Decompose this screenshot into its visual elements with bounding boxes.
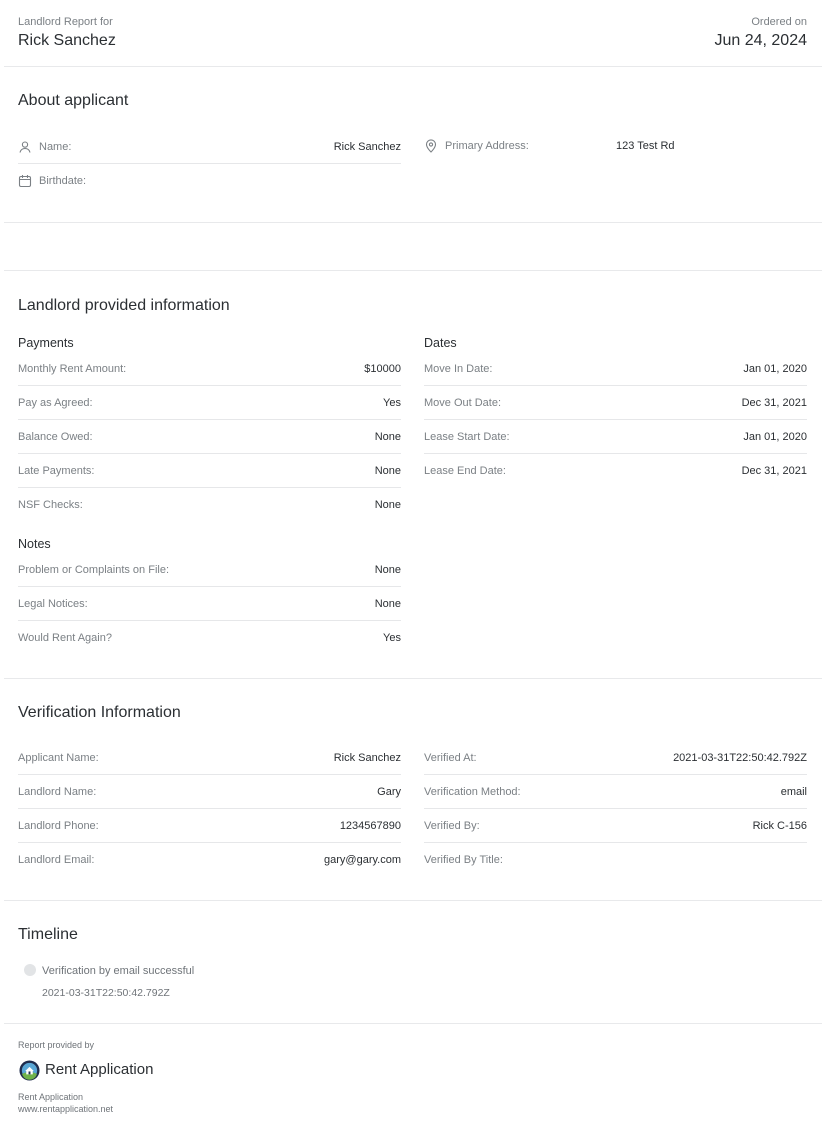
location-pin-icon [424,139,438,153]
timeline-dot-icon [24,964,36,976]
dates-row-label: Move In Date: [424,362,493,375]
payments-row-value: $10000 [364,362,401,375]
verification-row-label: Landlord Name: [18,785,97,798]
header-divider [4,66,822,67]
dates-row-label: Lease End Date: [424,465,506,477]
about-name-value: Rick Sanchez [333,140,401,153]
payments-row-label: Monthly Rent Amount: [18,362,127,375]
verification-row-value: email [780,785,807,798]
payments-row-value: Yes [383,396,401,409]
dates-row-label: Move Out Date: [424,396,502,409]
footer-website: www.rentapplication.net [18,1104,114,1114]
about-birthdate-row: Birthdate: [18,164,401,198]
payments-row: Balance Owed: None [18,420,401,454]
verification-row-value: Rick Sanchez [333,751,401,764]
verification-row-label: Verified By Title: [424,854,503,866]
dates-row: Lease End Date: Dec 31, 2021 [424,454,807,488]
landlord-section-title: Landlord provided information [18,297,230,314]
notes-row-label: Problem or Complaints on File: [18,563,170,576]
dates-row: Move In Date: Jan 01, 2020 [424,352,807,386]
notes-row-value: Yes [383,632,401,644]
report-for-label: Landlord Report for [18,16,113,28]
landlord-divider-top [4,270,822,271]
about-address-label: Primary Address: [445,140,529,152]
verification-row-value: Rick C-156 [752,819,807,832]
verification-row-value: 1234567890 [339,819,401,832]
landlord-divider-bottom [4,678,822,679]
payments-row-label: Pay as Agreed: [18,396,93,409]
dates-row-value: Dec 31, 2021 [741,465,807,477]
dates-row-value: Jan 01, 2020 [743,430,807,443]
notes-row: Problem or Complaints on File: None [18,553,401,587]
ordered-on-label: Ordered on [751,16,807,28]
house-logo-icon [19,1060,40,1081]
verification-row: Verification Method: email [424,775,807,809]
provided-by-label: Report provided by [18,1040,95,1050]
footer-company: Rent Application [18,1092,84,1102]
verification-row-value: gary@gary.com [324,854,401,866]
notes-row-label: Would Rent Again? [18,632,112,644]
payments-row-value: None [374,464,401,477]
payments-row: Monthly Rent Amount: $10000 [18,352,401,386]
verification-row-value: Gary [377,785,401,798]
payments-row: Late Payments: None [18,454,401,488]
payments-row-value: None [374,430,401,443]
verification-row-label: Verification Method: [424,785,521,798]
payments-row: NSF Checks: None [18,488,401,522]
payments-row: Pay as Agreed: Yes [18,386,401,420]
verification-row: Landlord Phone: 1234567890 [18,809,401,843]
notes-row-value: None [374,563,401,576]
calendar-icon [18,174,32,188]
verification-divider-bottom [4,900,822,901]
payments-row-value: None [374,499,401,511]
about-section-title: About applicant [18,92,129,109]
verification-row: Landlord Email: gary@gary.com [18,843,401,877]
verification-section-title: Verification Information [18,704,181,721]
about-address-value: 123 Test Rd [616,140,675,152]
brand-name: Rent Application [45,1061,154,1078]
dates-row-value: Dec 31, 2021 [741,396,807,409]
about-birthdate-label: Birthdate: [39,175,87,187]
timeline-event-time: 2021-03-31T22:50:42.792Z [42,987,170,999]
verification-row-label: Landlord Phone: [18,819,99,832]
payments-title: Payments [18,336,74,350]
payments-row-label: Late Payments: [18,464,95,477]
notes-row-value: None [374,597,401,610]
timeline-divider-bottom [4,1023,822,1024]
report-applicant-name: Rick Sanchez [18,32,116,49]
payments-row-label: Balance Owed: [18,430,93,443]
verification-row: Verified At: 2021-03-31T22:50:42.792Z [424,741,807,775]
notes-row-label: Legal Notices: [18,597,88,610]
verification-row: Verified By Title: [424,843,807,877]
dates-title: Dates [424,336,457,350]
about-divider-bottom [4,222,822,223]
dates-row: Lease Start Date: Jan 01, 2020 [424,420,807,454]
payments-row-label: NSF Checks: [18,499,83,511]
about-name-row: Name: Rick Sanchez [18,130,401,164]
person-icon [18,140,32,154]
verification-row-value: 2021-03-31T22:50:42.792Z [673,751,807,764]
verification-row-label: Verified By: [424,819,480,832]
dates-row: Move Out Date: Dec 31, 2021 [424,386,807,420]
verification-row-label: Verified At: [424,751,477,764]
dates-row-label: Lease Start Date: [424,430,510,443]
verification-row: Applicant Name: Rick Sanchez [18,741,401,775]
dates-row-value: Jan 01, 2020 [743,362,807,375]
notes-row: Would Rent Again? Yes [18,621,401,655]
notes-title: Notes [18,537,51,551]
verification-row-label: Applicant Name: [18,751,99,764]
verification-row: Verified By: Rick C-156 [424,809,807,843]
verification-row: Landlord Name: Gary [18,775,401,809]
timeline-section-title: Timeline [18,926,78,943]
ordered-date: Jun 24, 2024 [714,32,807,49]
verification-row-label: Landlord Email: [18,854,95,866]
notes-row: Legal Notices: None [18,587,401,621]
about-name-label: Name: [39,140,72,153]
timeline-event-text: Verification by email successful [42,965,195,977]
